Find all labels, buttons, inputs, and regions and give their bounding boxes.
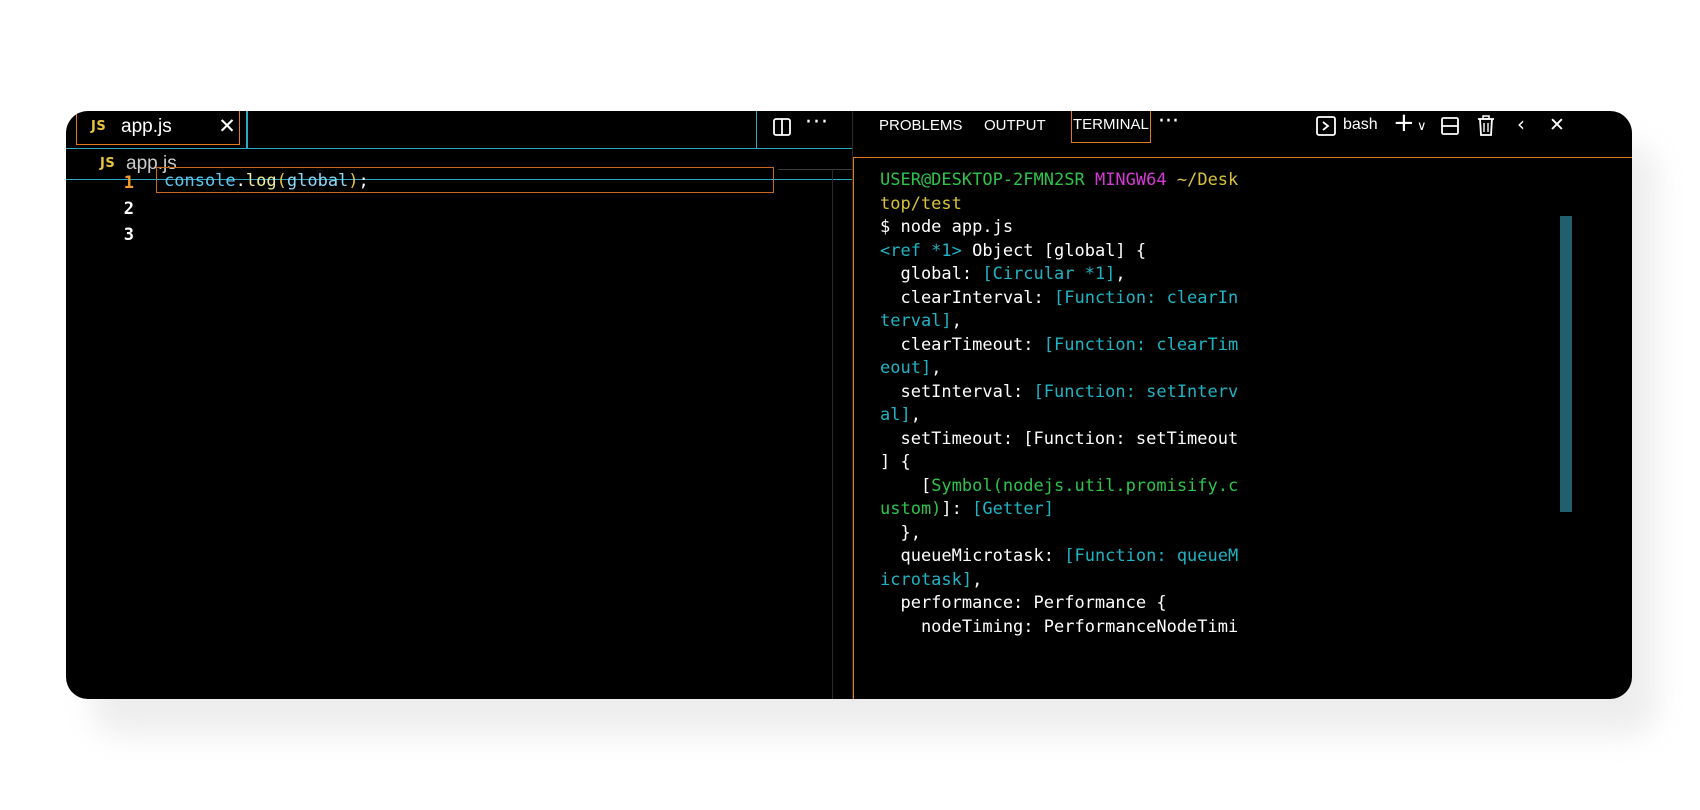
line-number: 1 bbox=[123, 173, 134, 193]
terminal-text: [Function: clearTim bbox=[1043, 334, 1239, 355]
terminal-text: [Getter] bbox=[972, 499, 1055, 519]
split-editor-icon[interactable] bbox=[772, 117, 792, 137]
terminal-text: setTimeout: [Function: setTimeout bbox=[880, 428, 1239, 449]
tab-divider bbox=[246, 111, 248, 149]
trash-icon[interactable] bbox=[1475, 114, 1497, 138]
code-token-arg: global bbox=[286, 171, 349, 191]
terminal-text: [Function: clearIn bbox=[1054, 287, 1239, 308]
code-token-paren: ) bbox=[348, 171, 359, 191]
terminal-text: terval] bbox=[880, 311, 952, 331]
shell-name[interactable]: bash bbox=[1343, 116, 1378, 134]
prompt-env: MINGW64 bbox=[1094, 170, 1167, 190]
terminal-text: Object [global] { bbox=[961, 240, 1147, 261]
terminal-command: $ node app.js bbox=[880, 217, 1014, 237]
prompt-path: ~/Desk bbox=[1176, 170, 1239, 190]
terminal-text: setInterval: bbox=[880, 381, 1034, 402]
terminal-text: ustom) bbox=[880, 499, 942, 519]
tab-label: app.js bbox=[121, 116, 172, 137]
js-file-icon: JS bbox=[100, 156, 116, 171]
terminal-output[interactable]: USER@DESKTOP-2FMN2SR MINGW64 ~/Desk top/… bbox=[880, 169, 1238, 639]
editor-tab-app-js[interactable]: JS app.js ✕ bbox=[76, 111, 240, 145]
terminal-text: <ref *1> bbox=[880, 240, 962, 261]
editor-area: JS app.js ✕ ··· JS app.js 1 2 3 console.… bbox=[66, 111, 852, 699]
terminal-text: clearInterval: bbox=[880, 287, 1054, 308]
close-icon[interactable]: ✕ bbox=[215, 112, 239, 140]
terminal-text: eout] bbox=[880, 358, 932, 378]
terminal-text: [Function: setInterv bbox=[1033, 381, 1239, 402]
tab-problems[interactable]: PROBLEMS bbox=[879, 117, 962, 134]
terminal-panel: PROBLEMS OUTPUT TERMINAL ··· bash + ∨ ‹ … bbox=[853, 111, 1632, 699]
plus-icon[interactable]: + bbox=[1393, 111, 1415, 138]
minimap bbox=[778, 169, 852, 170]
close-icon[interactable]: ✕ bbox=[1549, 114, 1565, 136]
prompt-path: top/test bbox=[880, 193, 962, 214]
more-actions-icon[interactable]: ··· bbox=[805, 111, 829, 135]
terminal-text: icrotask] bbox=[880, 569, 973, 590]
terminal-text: [Function: queueM bbox=[1064, 546, 1239, 566]
code-token-object: console bbox=[164, 171, 236, 191]
terminal-scrollbar[interactable] bbox=[1560, 216, 1572, 512]
terminal-text: Symbol(nodejs.util.promisify.c bbox=[931, 475, 1239, 496]
terminal-text: nodeTiming: PerformanceNodeTimi bbox=[880, 616, 1239, 637]
js-file-icon: JS bbox=[91, 119, 107, 134]
terminal-text: [ bbox=[880, 475, 932, 496]
terminal-text: , bbox=[910, 405, 921, 425]
editor-ruler bbox=[832, 169, 833, 699]
line-number: 2 bbox=[123, 199, 134, 219]
terminal-text: ]: bbox=[941, 499, 973, 519]
editor-tab-bar: JS app.js ✕ ··· bbox=[66, 111, 852, 149]
code-line-1[interactable]: console.log(global); bbox=[164, 171, 369, 191]
code-token-paren: ( bbox=[276, 171, 287, 191]
terminal-text: ] { bbox=[880, 452, 911, 472]
terminal-text: [Circular *1] bbox=[982, 264, 1116, 284]
split-terminal-icon[interactable] bbox=[1439, 115, 1461, 137]
chevron-left-icon[interactable]: ‹ bbox=[1517, 112, 1525, 136]
terminal-text: clearTimeout: bbox=[880, 334, 1044, 355]
terminal-text: , bbox=[1115, 264, 1126, 284]
chevron-down-icon[interactable]: ∨ bbox=[1417, 119, 1427, 134]
code-token-semicolon: ; bbox=[358, 171, 369, 191]
tab-terminal[interactable]: TERMINAL bbox=[1071, 111, 1151, 143]
prompt-user: USER@DESKTOP-2FMN2SR bbox=[880, 170, 1085, 190]
panel-tab-bar: PROBLEMS OUTPUT TERMINAL ··· bash + ∨ ‹ … bbox=[853, 111, 1632, 149]
terminal-text: , bbox=[951, 311, 962, 331]
terminal-text: al] bbox=[880, 405, 911, 425]
terminal-text: , bbox=[972, 569, 983, 590]
terminal-icon[interactable] bbox=[1315, 115, 1337, 137]
code-token-method: log bbox=[245, 171, 277, 191]
terminal-text: queueMicrotask: bbox=[880, 546, 1065, 566]
terminal-text: , bbox=[931, 358, 942, 378]
terminal-text: global: bbox=[880, 264, 983, 284]
terminal-text: performance: Performance { bbox=[880, 593, 1167, 613]
tab-output[interactable]: OUTPUT bbox=[984, 117, 1046, 134]
vscode-window: JS app.js ✕ ··· JS app.js 1 2 3 console.… bbox=[66, 111, 1632, 699]
code-token-dot: . bbox=[235, 171, 246, 191]
terminal-text: }, bbox=[880, 522, 921, 543]
more-actions-icon[interactable]: ··· bbox=[1158, 111, 1179, 134]
tab-divider bbox=[756, 111, 757, 149]
line-number: 3 bbox=[123, 225, 134, 245]
